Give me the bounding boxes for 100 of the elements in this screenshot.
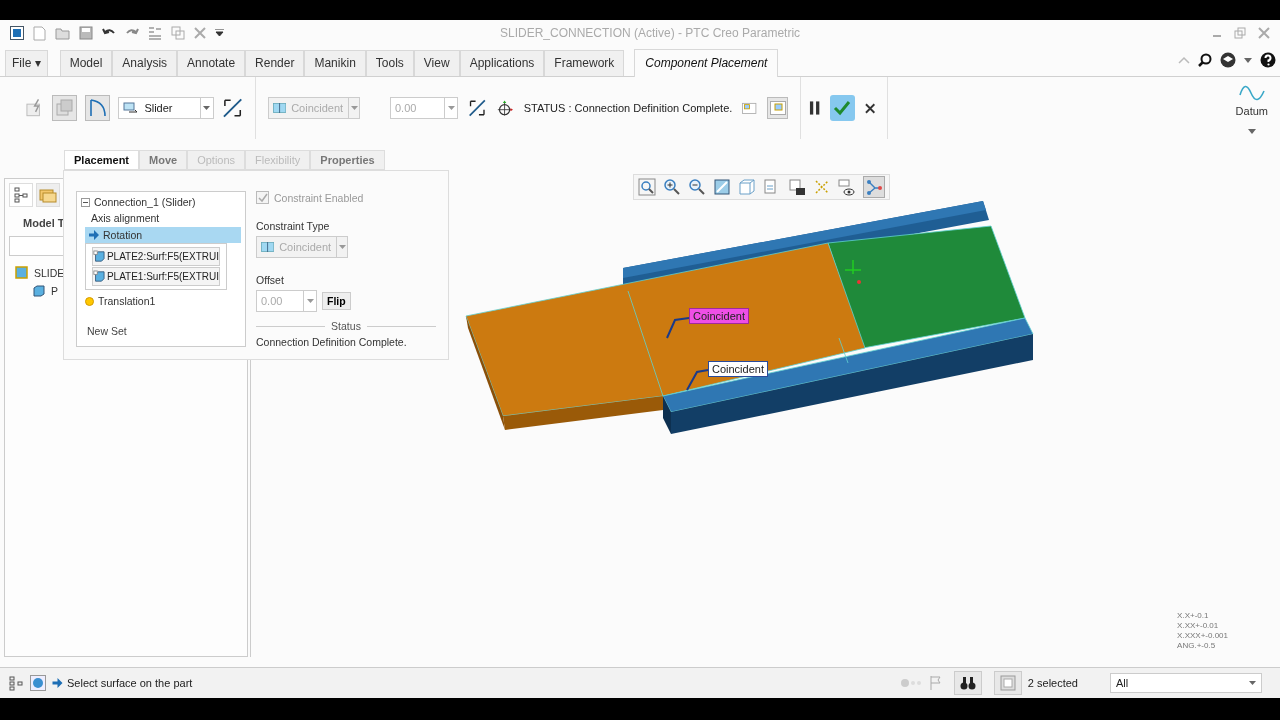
slider-icon <box>123 102 140 114</box>
save-icon[interactable] <box>79 26 93 40</box>
ribbon-tab[interactable]: Component Placement <box>634 49 779 77</box>
coincident-icon <box>273 102 287 114</box>
new-set-link[interactable]: New Set <box>81 309 241 337</box>
camera-icon[interactable] <box>788 178 806 196</box>
ok-button[interactable] <box>830 95 855 121</box>
flag-icon[interactable] <box>929 676 942 690</box>
windows-icon[interactable] <box>171 26 185 40</box>
zoom-fit-icon[interactable] <box>638 178 656 196</box>
model-tree-icon[interactable] <box>8 675 24 691</box>
tolerance-text: X.XXX+-0.001 <box>1177 631 1228 641</box>
dashboard-tab[interactable]: Properties <box>310 150 385 170</box>
caret-icon <box>203 106 211 110</box>
ribbon-tab[interactable]: Model <box>59 50 113 76</box>
status-text: Connection Definition Complete. <box>256 335 408 348</box>
tree-item[interactable]: P <box>51 285 58 297</box>
ribbon-tab[interactable]: Manikin <box>304 50 366 76</box>
constraint-item[interactable]: Translation1 <box>81 293 241 309</box>
tolerance-text: ANG.+-0.5 <box>1177 641 1217 651</box>
reference-item[interactable]: PLATE2:Surf:F5(EXTRUI <box>92 247 220 266</box>
help-icon[interactable] <box>1260 52 1276 68</box>
ribbon-tab[interactable]: Tools <box>365 50 414 76</box>
dashboard-tab[interactable]: Move <box>139 150 188 170</box>
separate-window-button[interactable] <box>767 97 788 119</box>
model-tree-tab[interactable] <box>9 183 33 207</box>
tolerance-text: X.XX+-0.01 <box>1177 621 1220 631</box>
search-icon[interactable] <box>1198 53 1212 67</box>
arrow-icon <box>89 230 99 240</box>
window-icon <box>769 101 786 115</box>
cube-icon[interactable] <box>738 178 756 196</box>
pause-icon[interactable] <box>809 101 821 115</box>
constraint-label[interactable]: Coincident <box>708 361 768 377</box>
assembly-drawing[interactable] <box>465 201 1034 434</box>
close-window-icon[interactable] <box>194 27 206 39</box>
caret-icon <box>1249 681 1256 685</box>
zoom-in-icon[interactable] <box>663 178 681 196</box>
field-label: Offset <box>256 274 284 286</box>
regenerate-icon[interactable] <box>148 26 162 40</box>
repaint-icon[interactable] <box>713 178 731 196</box>
surface-icon <box>93 250 105 263</box>
find-button[interactable] <box>953 671 982 695</box>
zoom-out-icon[interactable] <box>688 178 706 196</box>
layers-button[interactable] <box>52 95 78 121</box>
selection-icon <box>999 675 1016 691</box>
caret-icon <box>338 245 346 249</box>
datum-button[interactable]: Datum <box>1235 81 1268 117</box>
constraint-item[interactable]: Rotation <box>85 227 241 243</box>
close-icon[interactable] <box>864 102 875 114</box>
new-file-icon[interactable] <box>33 25 46 41</box>
checkbox-label: Constraint Enabled <box>274 191 364 204</box>
connection-item[interactable]: Connection_1 (Slider) <box>94 196 196 208</box>
collapse-icon[interactable] <box>1178 56 1190 64</box>
flip-arrow-icon[interactable] <box>221 97 243 119</box>
browser-icon[interactable] <box>30 675 46 691</box>
status-heading: Status <box>331 320 361 332</box>
constraint-enabled-checkbox[interactable] <box>256 191 269 204</box>
ribbon-tab[interactable]: File ▾ <box>5 50 48 76</box>
leader-line <box>666 317 690 339</box>
connections-icon <box>865 178 883 196</box>
graduation-cap-icon[interactable] <box>1220 52 1236 68</box>
checkmark-icon <box>833 100 852 116</box>
tree-item[interactable]: SLIDE <box>34 266 65 279</box>
connections-button[interactable] <box>863 176 885 198</box>
datum-display-icon[interactable] <box>813 178 831 196</box>
checkmark-icon <box>257 192 268 203</box>
flip-button[interactable]: Flip <box>322 292 351 310</box>
selection-filter-dropdown[interactable]: All <box>1110 673 1262 693</box>
caret-icon <box>350 106 358 110</box>
dashboard-tab[interactable]: Placement <box>64 150 140 170</box>
ribbon-tab[interactable]: Annotate <box>177 50 246 76</box>
coordinate-axes-icon[interactable] <box>496 98 514 118</box>
restore-icon[interactable] <box>1234 27 1246 39</box>
ribbon-tab[interactable]: Framework <box>544 50 625 76</box>
customize-caret-icon[interactable] <box>215 29 224 37</box>
caret-icon[interactable] <box>1247 129 1256 134</box>
eye-icon[interactable] <box>838 178 856 196</box>
folder-tab[interactable] <box>36 183 60 207</box>
selection-button[interactable] <box>993 671 1022 695</box>
collapse-toggle-icon[interactable] <box>81 197 90 207</box>
field-label: Constraint Type <box>256 220 330 232</box>
part-icon <box>33 285 45 297</box>
app-icon[interactable] <box>10 26 24 40</box>
ribbon-tab[interactable]: Render <box>245 50 305 76</box>
surface-icon <box>93 270 105 283</box>
window-preview-icon[interactable] <box>742 100 758 116</box>
constraint-label[interactable]: Coincident <box>689 308 749 324</box>
flip-arrow-icon[interactable] <box>468 97 487 119</box>
reference-item[interactable]: PLATE1:Surf:F5(EXTRUI <box>92 267 220 286</box>
status-dot-icon <box>85 296 94 306</box>
curve-button[interactable] <box>85 95 111 121</box>
ribbon-tab[interactable]: Applications <box>459 50 545 76</box>
ribbon-tab[interactable]: Analysis <box>112 50 178 76</box>
curve-icon <box>87 98 108 118</box>
assembly-icon <box>15 266 28 279</box>
folder-icon[interactable] <box>55 26 70 40</box>
status-text: STATUS : Connection Definition Complete. <box>523 102 733 114</box>
ribbon-tab[interactable]: View <box>413 50 460 76</box>
caret-icon[interactable] <box>1244 57 1252 63</box>
connection-type-dropdown[interactable]: Slider <box>118 97 214 119</box>
